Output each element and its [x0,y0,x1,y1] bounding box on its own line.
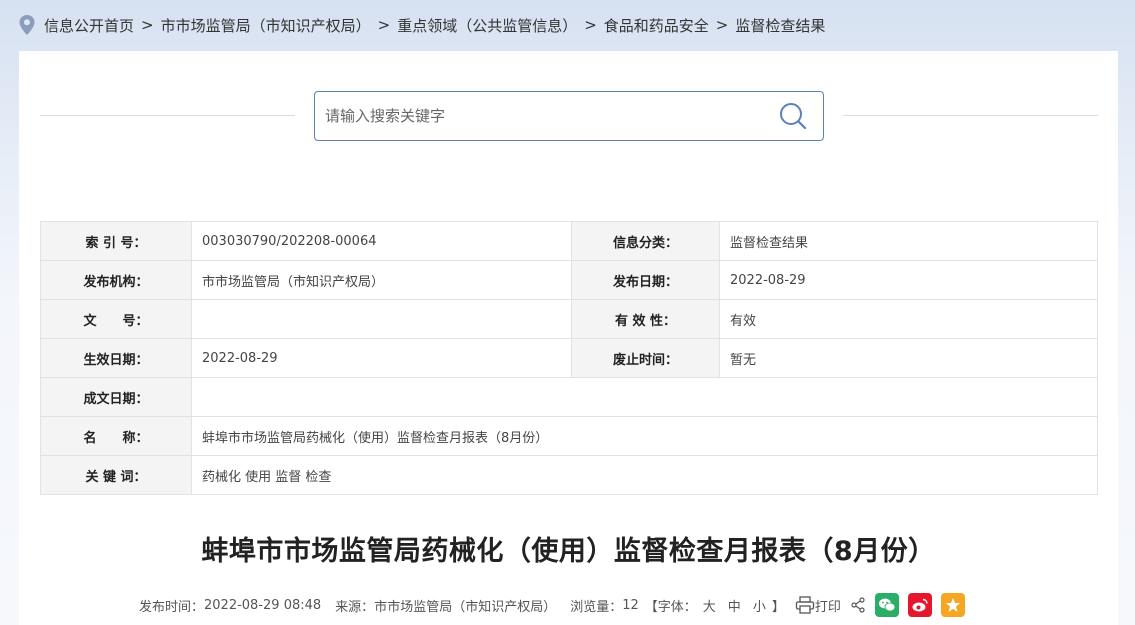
search-input[interactable] [315,92,763,140]
print-label: 打印 [814,599,841,615]
category-label: 信息分类： [571,221,720,261]
weibo-icon[interactable] [907,593,932,617]
table-row: 关 键 词： 药械化 使用 监督 检查 [40,455,1098,495]
abolish-label: 废止时间： [571,338,720,378]
written-value [191,377,1098,417]
search-button[interactable] [763,92,823,140]
metadata-table: 索 引 号： 003030790/202208-00064 信息分类： 监督检查… [40,221,1098,495]
font-size-large[interactable]: 大 [703,596,716,615]
breadcrumb-separator: > [715,16,729,34]
divider-left [40,115,295,116]
table-row: 文 号： 有 效 性： 有效 [40,299,1098,339]
publisher-label: 发布机构： [40,260,192,300]
publisher-value: 市市场监管局（市知识产权局） [191,260,572,300]
breadcrumb-separator: > [141,16,154,34]
breadcrumb-key-areas[interactable]: 重点领域（公共监管信息） [397,15,577,36]
favorite-icon[interactable] [940,593,965,617]
article-title: 蚌埠市市场监管局药械化（使用）监督检查月报表（8月份） [201,536,936,567]
validity-value: 有效 [719,299,1098,339]
print-button[interactable]: 打印 [795,596,841,615]
name-value: 蚌埠市市场监管局药械化（使用）监督检查月报表（8月份） [191,416,1098,456]
breadcrumb-separator: > [377,16,391,34]
breadcrumb-inspection[interactable]: 监督检查结果 [735,15,825,36]
publish-time-label: 发布时间： [139,599,205,615]
wechat-icon[interactable] [874,593,899,617]
font-size-label: 【字体： [644,599,697,615]
font-size-medium[interactable]: 中 [728,596,741,615]
pubdate-label: 发布日期： [571,260,720,300]
publish-time-value: 2022-08-29 08:48 [204,597,322,613]
divider-right [843,115,1098,116]
index-label: 索 引 号： [40,221,192,261]
search-box [314,91,824,141]
written-label: 成文日期： [40,377,192,417]
docno-label: 文 号： [40,299,192,339]
print-icon [795,596,814,614]
location-icon [18,14,36,36]
category-value: 监督检查结果 [719,221,1098,261]
source-value: 市市场监管局（市知识产权局） [374,599,557,615]
views-label: 浏览量： [570,599,623,615]
breadcrumb-food-drug[interactable]: 食品和药品安全 [604,15,709,36]
docno-value [191,299,572,339]
effective-label: 生效日期： [40,338,192,378]
views-value: 12 [622,597,639,613]
source-label: 来源： [335,599,375,615]
table-row: 名 称： 蚌埠市市场监管局药械化（使用）监督检查月报表（8月份） [40,416,1098,456]
table-row: 发布机构： 市市场监管局（市知识产权局） 发布日期： 2022-08-29 [40,260,1098,300]
share-icon[interactable] [850,597,866,613]
table-row: 生效日期： 2022-08-29 废止时间： 暂无 [40,338,1098,378]
validity-label: 有 效 性： [571,299,720,339]
breadcrumb-bureau[interactable]: 市市场监管局（市知识产权局） [161,15,371,36]
keywords-value: 药械化 使用 监督 检查 [191,455,1098,495]
effective-value: 2022-08-29 [191,338,572,378]
index-value: 003030790/202208-00064 [191,221,572,261]
breadcrumb-separator: > [584,16,597,34]
font-size-close: 】 [771,599,785,615]
keywords-label: 关 键 词： [40,455,192,495]
content-panel: 索 引 号： 003030790/202208-00064 信息分类： 监督检查… [19,51,1118,625]
table-row: 索 引 号： 003030790/202208-00064 信息分类： 监督检查… [40,221,1098,261]
abolish-value: 暂无 [719,338,1098,378]
breadcrumb: 信息公开首页 > 市市场监管局（市知识产权局） > 重点领域（公共监管信息） >… [18,12,825,38]
breadcrumb-home[interactable]: 信息公开首页 [44,15,134,36]
pubdate-value: 2022-08-29 [719,260,1098,300]
table-row: 成文日期： [40,377,1098,417]
font-size-small[interactable]: 小 [753,596,766,615]
search-icon [780,103,807,130]
name-label: 名 称： [40,416,192,456]
article-info-bar: 发布时间： 2022-08-29 08:48 来源： 市市场监管局（市知识产权局… [139,591,965,619]
